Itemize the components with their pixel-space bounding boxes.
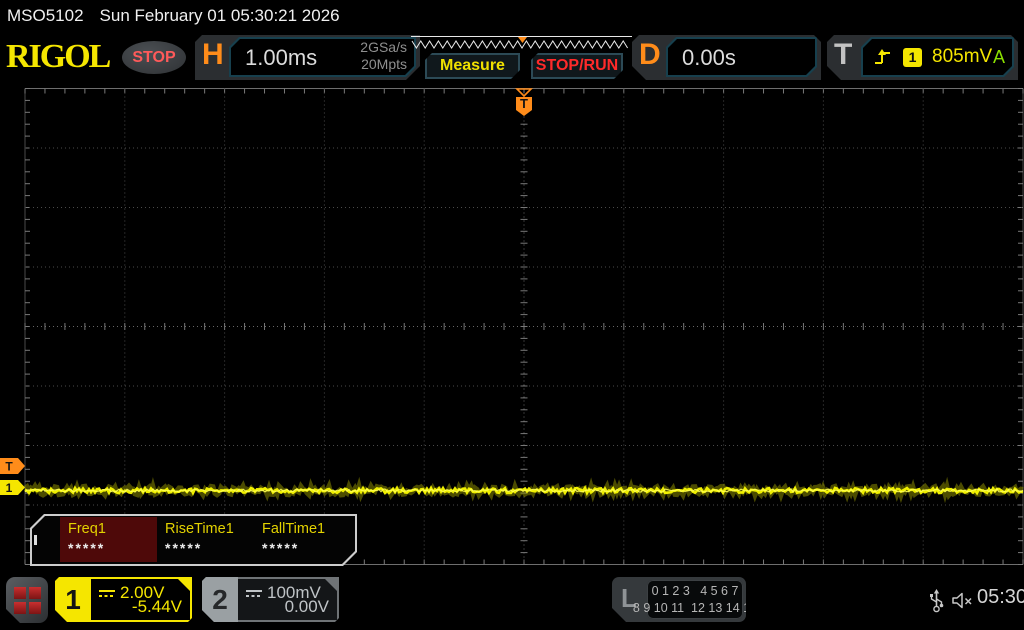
waveform-overview-strip[interactable] (411, 36, 632, 51)
bottom-status-bar: 1 2.00V -5.44V 2 100mV 0.00V L 0 1 2 3 4… (0, 570, 1024, 630)
trigger-level-value: 805mV (932, 46, 993, 67)
trigger-level-marker-label: T (5, 460, 13, 474)
header-bar: RIGOL STOP H 1.00ms 2GSa/s 20Mpts Measur… (0, 32, 1024, 84)
delay-value: 0.00s (682, 45, 736, 70)
measurement-label: RiseTime1 (165, 521, 234, 537)
trigger-level-marker[interactable]: T (0, 458, 25, 474)
memory-depth: 20Mpts (361, 56, 407, 72)
stop-run-button[interactable]: STOP/RUN (531, 53, 623, 79)
channel1-box[interactable]: 1 2.00V -5.44V (55, 577, 192, 622)
measurement-item-falltime1[interactable]: FallTime1 ***** (254, 517, 351, 562)
measurement-label: Freq1 (68, 521, 106, 537)
measurement-item-risetime1[interactable]: RiseTime1 ***** (157, 517, 254, 562)
measurement-value: ***** (165, 540, 203, 556)
logic-row-1: 0 1 2 3 4 5 6 7 (651, 583, 739, 598)
channel2-number: 2 (202, 577, 238, 622)
datetime: Sun February 01 05:30:21 2026 (99, 6, 340, 25)
measurement-label: FallTime1 (262, 521, 326, 537)
measurement-item-freq1[interactable]: Freq1 ***** (60, 517, 157, 562)
trigger-pane[interactable]: T 1 805mV A (827, 35, 1018, 80)
measurement-value: ***** (262, 540, 300, 556)
channel1-number: 1 (65, 583, 81, 615)
trigger-position-flag[interactable]: T (515, 88, 533, 116)
logic-channel-list: 0 1 2 3 4 5 6 7 8 9 10 11 12 13 14 15 (647, 580, 743, 619)
measure-button[interactable]: Measure (425, 53, 520, 79)
speaker-muted-icon (952, 592, 972, 609)
rigol-logo: RIGOL (6, 38, 111, 75)
clock: 05:30 (977, 586, 1024, 608)
measurement-panel-handle[interactable] (34, 535, 37, 545)
timebase-value: 1.00ms (245, 45, 318, 70)
trigger-position-flag-label: T (520, 96, 528, 111)
sample-rate: 2GSa/s (360, 39, 407, 55)
overview-waveform-icon (411, 37, 629, 49)
channel1-position-marker-label: 1 (6, 481, 13, 495)
horizontal-settings-pane[interactable]: H 1.00ms 2GSa/s 20Mpts (195, 35, 420, 80)
dc-coupling-icon (99, 590, 115, 597)
channel2-box[interactable]: 2 100mV 0.00V (202, 577, 339, 622)
menu-grid-icon[interactable] (6, 577, 48, 623)
acquisition-state-badge: STOP (122, 41, 186, 74)
dc-coupling-icon (246, 590, 262, 597)
measurement-panel[interactable]: Freq1 ***** RiseTime1 ***** FallTime1 **… (30, 514, 357, 566)
logic-row-2: 8 9 10 11 12 13 14 15 (632, 600, 758, 615)
trigger-mode: A (992, 47, 1005, 67)
trigger-label: T (834, 38, 853, 71)
channel1-offset: -5.44V (131, 597, 182, 616)
channel1-position-marker[interactable]: 1 (0, 480, 25, 495)
channel2-offset: 0.00V (284, 597, 329, 616)
trigger-source-badge: 1 (903, 48, 922, 67)
model-name: MSO5102 (7, 6, 84, 25)
top-status-bar: MSO5102 Sun February 01 05:30:21 2026 (0, 0, 1024, 32)
rising-edge-icon (873, 48, 893, 66)
logic-channels-box[interactable]: L 0 1 2 3 4 5 6 7 8 9 10 11 12 13 14 15 (612, 577, 746, 622)
measurement-value: ***** (68, 540, 106, 556)
oscilloscope-screen: MSO5102 Sun February 01 05:30:21 2026 RI… (0, 0, 1024, 630)
delay-label: D (639, 38, 661, 71)
usb-icon (930, 589, 944, 613)
horizontal-label: H (202, 38, 224, 71)
delay-pane[interactable]: D 0.00s (632, 35, 821, 80)
acquisition-info: 2GSa/s 20Mpts (360, 39, 407, 73)
